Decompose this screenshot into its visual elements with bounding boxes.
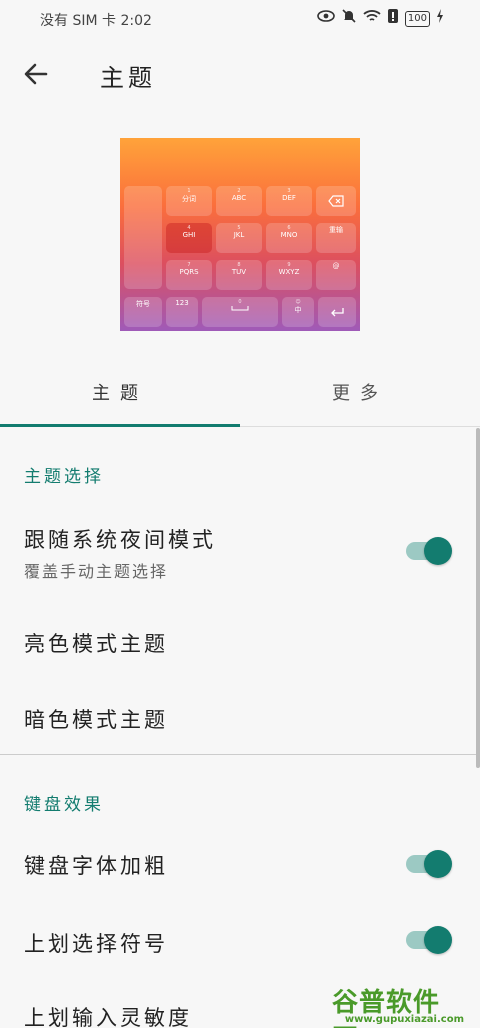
tab-indicator	[0, 424, 240, 427]
bold-font-toggle[interactable]	[406, 850, 452, 878]
key-label: 重输	[329, 226, 343, 234]
key-wxyz: 9 WXYZ	[266, 260, 312, 290]
key-chongshu: 重输	[316, 223, 356, 253]
key-sub: 2	[237, 188, 241, 194]
key-label: DEF	[282, 194, 296, 202]
key-sub: 7	[187, 262, 191, 268]
key-label: 分词	[182, 195, 196, 203]
key-label: 符号	[136, 300, 150, 308]
tab-theme[interactable]: 主题	[0, 364, 240, 424]
key-label: TUV	[231, 268, 247, 276]
space-icon	[231, 306, 249, 311]
key-sub: 1	[187, 188, 191, 194]
key-123: 123	[166, 297, 198, 327]
tab-bar: 主题 更多	[0, 364, 480, 427]
key-at: @	[316, 260, 356, 290]
key-label: JKL	[233, 231, 245, 239]
key-sub: 3	[287, 188, 291, 194]
app-bar: 主题	[0, 40, 480, 110]
status-bar: 没有 SIM 卡 2:02 100	[0, 0, 480, 38]
setting-title: 跟随系统夜间模式	[24, 528, 216, 552]
toggle-thumb	[424, 537, 452, 565]
key-left-panel	[124, 186, 162, 289]
key-delete	[316, 186, 356, 216]
key-tuv: 8 TUV	[216, 260, 262, 290]
page-title: 主题	[100, 64, 156, 92]
swipe-up-symbol-toggle[interactable]	[406, 926, 452, 954]
key-fenci: 1 分词	[166, 186, 212, 216]
key-label: MNO	[280, 231, 298, 239]
back-button[interactable]	[20, 58, 52, 90]
key-sub: 0	[238, 299, 242, 305]
setting-dark-theme[interactable]: 暗色模式主题	[0, 686, 476, 748]
status-icons: 100	[317, 8, 444, 29]
key-label: @	[332, 262, 340, 270]
follow-system-night-toggle[interactable]	[406, 537, 452, 565]
backspace-icon	[328, 195, 344, 207]
setting-swipe-up-symbol[interactable]: 上划选择符号	[0, 908, 476, 970]
key-label: ABC	[231, 194, 247, 202]
key-zhong: ☺ 中	[282, 297, 314, 327]
key-sub: 8	[237, 262, 241, 268]
enter-icon	[331, 308, 344, 317]
key-label: WXYZ	[278, 268, 300, 276]
key-pqrs: 7 PQRS	[166, 260, 212, 290]
key-sub: 5	[237, 225, 241, 231]
key-def: 3 DEF	[266, 186, 312, 216]
key-jkl: 5 JKL	[216, 223, 262, 253]
eye-icon	[317, 9, 335, 28]
tab-more[interactable]: 更多	[240, 364, 480, 424]
watermark: 谷普软件园 www.gupuxiazai.com	[332, 982, 474, 1028]
setting-title: 暗色模式主题	[24, 708, 168, 732]
scrollbar[interactable]	[476, 428, 480, 768]
key-space: 0	[202, 297, 278, 327]
key-label: PQRS	[179, 268, 199, 276]
setting-follow-system-night[interactable]: 跟随系统夜间模式 覆盖手动主题选择	[0, 510, 476, 590]
key-label: 123	[175, 299, 189, 307]
setting-subtitle: 覆盖手动主题选择	[24, 562, 169, 581]
charging-icon	[436, 9, 444, 28]
watermark-url: www.gupuxiazai.com	[344, 1014, 464, 1025]
section-header-theme-select: 主题选择	[24, 467, 104, 487]
setting-title: 键盘字体加粗	[24, 854, 168, 878]
wifi-icon	[363, 9, 381, 28]
key-mno: 6 MNO	[266, 223, 312, 253]
mute-icon	[341, 8, 357, 29]
key-label: 中	[294, 306, 302, 314]
section-divider	[0, 754, 476, 755]
theme-preview[interactable]: 1 分词 2 ABC 3 DEF 4 GHI 5 JKL 6 MNO 重输 7 …	[120, 138, 360, 331]
keyboard-preview: 1 分词 2 ABC 3 DEF 4 GHI 5 JKL 6 MNO 重输 7 …	[120, 182, 360, 331]
setting-title: 上划选择符号	[24, 932, 168, 956]
key-abc: 2 ABC	[216, 186, 262, 216]
key-sub: 6	[287, 225, 291, 231]
key-fuhao: 符号	[124, 297, 162, 327]
key-sub: 4	[187, 225, 191, 231]
section-header-keyboard-effects: 键盘效果	[24, 795, 104, 815]
setting-title: 亮色模式主题	[24, 632, 168, 656]
key-label: GHI	[182, 231, 196, 239]
toggle-thumb	[424, 850, 452, 878]
setting-bold-font[interactable]: 键盘字体加粗	[0, 832, 476, 894]
battery-icon: 100	[404, 10, 430, 27]
toggle-thumb	[424, 926, 452, 954]
arrow-left-icon	[24, 63, 48, 85]
setting-light-theme[interactable]: 亮色模式主题	[0, 610, 476, 672]
alert-icon	[387, 8, 399, 29]
status-carrier-time: 没有 SIM 卡 2:02	[40, 13, 152, 29]
key-sub: 9	[287, 262, 291, 268]
key-enter	[318, 297, 356, 327]
key-ghi: 4 GHI	[166, 223, 212, 253]
setting-title: 上划输入灵敏度	[24, 1006, 192, 1028]
